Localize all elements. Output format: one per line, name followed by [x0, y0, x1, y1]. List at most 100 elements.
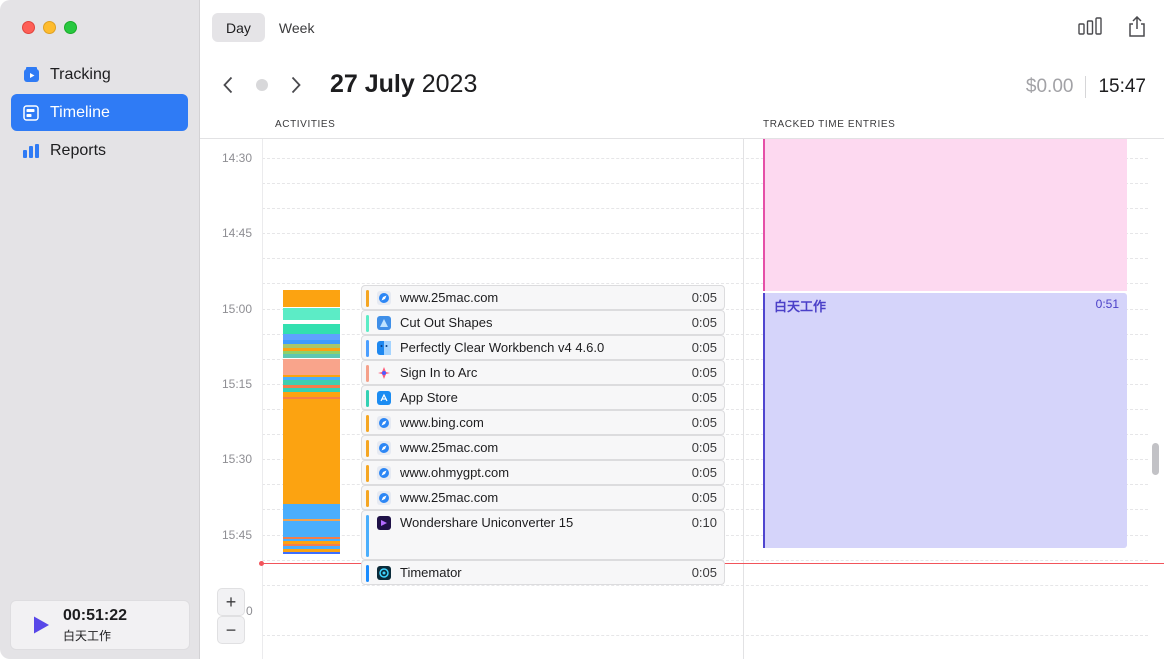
time-axis — [262, 139, 263, 659]
activity-row[interactable]: Wondershare Uniconverter 15 0:10 — [361, 510, 725, 560]
activity-name: www.25mac.com — [400, 490, 499, 505]
activity-duration: 0:10 — [691, 515, 717, 530]
timemator-icon — [377, 566, 391, 580]
window-controls — [22, 21, 77, 34]
share-icon[interactable] — [1128, 15, 1146, 43]
activity-duration: 0:05 — [691, 315, 717, 330]
activity-name: App Store — [400, 390, 458, 405]
activity-duration: 0:05 — [691, 465, 717, 480]
time-tick-label: 15:45 — [222, 527, 253, 542]
time-entry-duration: 0:51 — [1095, 297, 1119, 311]
column-divider — [743, 139, 744, 659]
zoom-window-button[interactable] — [64, 21, 77, 34]
activity-color-stripe — [366, 440, 369, 457]
minimize-window-button[interactable] — [43, 21, 56, 34]
activity-name: www.25mac.com — [400, 440, 499, 455]
sidebar-nav: Tracking Timeline Reports — [11, 56, 188, 170]
activity-name: Perfectly Clear Workbench v4 4.6.0 — [400, 340, 605, 355]
tracking-icon — [22, 66, 40, 84]
finder-icon — [377, 341, 391, 355]
activity-color-stripe — [366, 515, 369, 557]
zoom-label: 0 — [246, 604, 253, 618]
day-summary: $0.00 15:47 — [1026, 76, 1146, 98]
tab-day[interactable]: Day — [212, 13, 265, 42]
activity-bar-segment — [283, 399, 340, 504]
uniconverter-icon — [377, 516, 391, 530]
activity-bar-segment — [283, 504, 340, 519]
earnings-total: $0.00 — [1026, 76, 1087, 98]
arc-icon — [377, 366, 391, 380]
sidebar-item-reports[interactable]: Reports — [11, 132, 188, 169]
reports-icon — [22, 142, 40, 160]
bar-chart-icon[interactable] — [1078, 16, 1102, 43]
time-tick-label: 14:45 — [222, 226, 253, 241]
activity-name: www.bing.com — [400, 415, 484, 430]
time-tick-label: 15:00 — [222, 301, 253, 316]
activity-duration: 0:05 — [691, 340, 717, 355]
activity-duration: 0:05 — [691, 390, 717, 405]
activity-duration: 0:05 — [691, 415, 717, 430]
vertical-scrollbar[interactable] — [1152, 443, 1159, 475]
activity-row[interactable]: App Store 0:05 — [361, 385, 725, 410]
activity-bar-segment — [283, 521, 340, 537]
activity-row[interactable]: www.25mac.com 0:05 — [361, 285, 725, 310]
sidebar-item-tracking[interactable]: Tracking — [11, 56, 188, 93]
time-entry-title: 白天工作 — [774, 300, 827, 315]
activity-color-stripe — [366, 565, 369, 582]
time-tick-label: 15:15 — [222, 376, 253, 391]
activity-color-stripe — [366, 290, 369, 307]
activity-row[interactable]: Perfectly Clear Workbench v4 4.6.0 0:05 — [361, 335, 725, 360]
app-store-icon — [377, 391, 391, 405]
safari-icon — [377, 441, 391, 455]
page-title: 27 July 2023 — [330, 70, 478, 98]
play-icon[interactable] — [31, 614, 53, 636]
date-navigation: 27 July 2023 — [220, 70, 477, 99]
main-area: Day Week 27 July 2023 $0.00 15:47 ACTIVI… — [200, 0, 1164, 659]
zoom-out-button[interactable]: − — [217, 616, 245, 644]
today-button[interactable] — [256, 78, 268, 91]
sidebar-item-label: Timeline — [50, 103, 110, 121]
activity-color-stripe — [366, 315, 369, 332]
activity-name: Timemator — [400, 565, 462, 580]
chevron-left-icon[interactable] — [220, 75, 236, 95]
activity-bar-segment — [283, 359, 340, 375]
sidebar-item-timeline[interactable]: Timeline — [11, 94, 188, 131]
activity-color-stripe — [366, 490, 369, 507]
activity-row[interactable]: Timemator 0:05 — [361, 560, 725, 585]
timer-elapsed: 00:51:22 — [63, 606, 128, 624]
activity-name: www.ohmygpt.com — [400, 465, 510, 480]
activity-color-stripe — [366, 340, 369, 357]
chevron-right-icon[interactable] — [288, 75, 304, 95]
time-entry[interactable]: 白天工作 0:51 — [763, 293, 1127, 548]
sidebar-item-label: Tracking — [50, 65, 111, 83]
activity-color-stripe — [366, 415, 369, 432]
running-timer[interactable]: 00:51:22 白天工作 — [10, 600, 190, 650]
time-tick-label: 14:30 — [222, 151, 253, 165]
activity-color-stripe — [366, 390, 369, 407]
time-entry[interactable] — [763, 139, 1127, 291]
toolbar-actions — [1078, 15, 1146, 43]
timeline-grid: 14:30 14:45 15:00 15:15 15:30 15:45 白天工作 0:51… — [200, 139, 1164, 659]
activity-row[interactable]: www.ohmygpt.com 0:05 — [361, 460, 725, 485]
tab-week[interactable]: Week — [265, 13, 329, 42]
safari-icon — [377, 291, 391, 305]
activity-bar[interactable] — [283, 290, 340, 554]
activity-duration: 0:05 — [691, 565, 717, 580]
activity-row[interactable]: www.bing.com 0:05 — [361, 410, 725, 435]
activity-color-stripe — [366, 465, 369, 482]
activity-name: www.25mac.com — [400, 290, 499, 305]
activity-bar-segment — [283, 324, 340, 334]
activity-row[interactable]: Sign In to Arc 0:05 — [361, 360, 725, 385]
timer-label: 白天工作 — [63, 628, 112, 643]
activity-name: Cut Out Shapes — [400, 315, 493, 330]
close-window-button[interactable] — [22, 21, 35, 34]
activity-duration: 0:05 — [691, 440, 717, 455]
activity-row[interactable]: Cut Out Shapes 0:05 — [361, 310, 725, 335]
cut-out-shapes-icon — [377, 316, 391, 330]
activities-column-header: ACTIVITIES — [275, 119, 336, 130]
zoom-in-button[interactable]: + — [217, 588, 245, 616]
safari-icon — [377, 416, 391, 430]
activity-row[interactable]: www.25mac.com 0:05 — [361, 435, 725, 460]
activity-row[interactable]: www.25mac.com 0:05 — [361, 485, 725, 510]
activity-bar-segment — [283, 290, 340, 307]
